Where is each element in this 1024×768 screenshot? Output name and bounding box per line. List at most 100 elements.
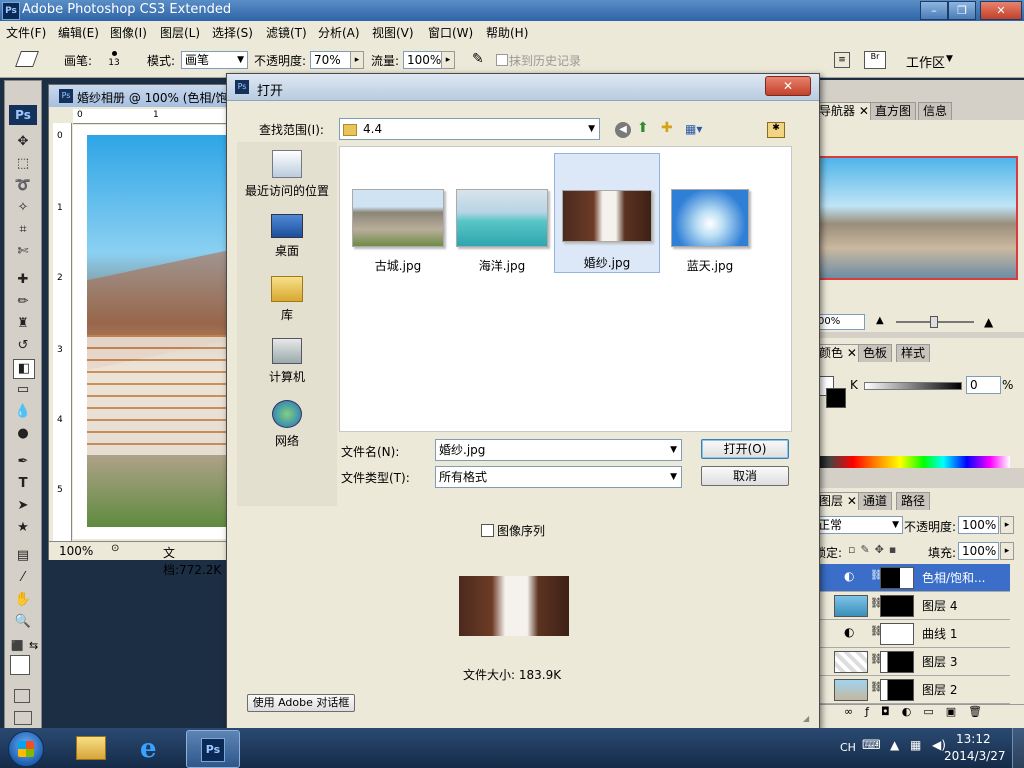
place-libraries[interactable]: 库: [237, 276, 337, 323]
flow-field[interactable]: 100%: [403, 51, 442, 69]
input-language[interactable]: CH: [840, 741, 856, 754]
menu-window[interactable]: 窗口(W): [428, 24, 473, 41]
file-item[interactable]: 蓝天.jpg: [658, 155, 762, 273]
resize-grip-icon[interactable]: ◢: [803, 714, 813, 724]
zoom-tool-icon[interactable]: 🔍: [13, 613, 33, 631]
flow-slider-button[interactable]: ▸: [441, 51, 455, 69]
canvas-area[interactable]: [73, 125, 231, 539]
lock-icons[interactable]: ▫✎✥▪: [848, 543, 901, 556]
tab-navigator[interactable]: 导航器 ✕: [814, 102, 874, 120]
palette-well-icon[interactable]: ≡: [834, 52, 850, 68]
dodge-tool-icon[interactable]: ●: [13, 425, 33, 443]
menu-edit[interactable]: 编辑(E): [58, 24, 99, 41]
zoom-out-icon[interactable]: ▲: [876, 315, 884, 326]
file-item[interactable]: 海洋.jpg: [450, 155, 554, 273]
default-colors-icon[interactable]: ⬛: [11, 641, 23, 652]
marquee-tool-icon[interactable]: ⬚: [13, 155, 33, 173]
layer-row[interactable]: ◐ ⛓ 曲线 1: [814, 620, 1010, 648]
close-button[interactable]: ✕: [980, 1, 1022, 20]
eraser-icon[interactable]: [15, 51, 39, 67]
opacity-slider-button[interactable]: ▸: [350, 51, 364, 69]
place-computer[interactable]: 计算机: [237, 338, 337, 385]
magic-wand-tool-icon[interactable]: ✧: [13, 199, 33, 217]
up-folder-icon[interactable]: ⬆: [637, 120, 655, 138]
layer-row[interactable]: ◐ ⛓ 色相/饱和...: [814, 564, 1010, 592]
tab-layers[interactable]: 图层 ✕: [814, 492, 862, 510]
taskbar-ie[interactable]: e: [128, 732, 176, 764]
eraser-tool-icon[interactable]: ◧: [13, 359, 35, 379]
workspace-label[interactable]: 工作区: [906, 52, 945, 71]
menu-image[interactable]: 图像(I): [110, 24, 147, 41]
network-tray-icon[interactable]: ▦: [910, 738, 921, 752]
doc-zoom[interactable]: 100%: [59, 544, 93, 558]
open-button[interactable]: 打开(O): [701, 439, 789, 459]
menu-select[interactable]: 选择(S): [212, 24, 253, 41]
blur-tool-icon[interactable]: 💧: [13, 403, 33, 421]
navigator-zoom-field[interactable]: 00%: [814, 314, 865, 330]
fill-slider-button[interactable]: ▸: [1000, 542, 1014, 560]
crop-tool-icon[interactable]: ⌗: [13, 221, 33, 239]
layer-mask-thumbnail[interactable]: [880, 651, 914, 673]
menu-help[interactable]: 帮助(H): [486, 24, 528, 41]
gradient-tool-icon[interactable]: ▭: [13, 381, 33, 399]
menu-layer[interactable]: 图层(L): [160, 24, 200, 41]
color-k-field[interactable]: 0: [966, 376, 1001, 394]
image-sequence-checkbox[interactable]: [481, 524, 494, 537]
filetype-select[interactable]: 所有格式 ▼: [435, 466, 682, 488]
history-brush-tool-icon[interactable]: ↺: [13, 337, 33, 355]
file-item[interactable]: 婚纱.jpg: [554, 153, 660, 273]
move-tool-icon[interactable]: ✥: [13, 133, 33, 151]
swap-colors-icon[interactable]: ⇆: [29, 639, 38, 652]
screen-mode-icon[interactable]: [14, 711, 32, 725]
slice-tool-icon[interactable]: ✄: [13, 243, 33, 261]
healing-brush-tool-icon[interactable]: ✚: [13, 271, 33, 289]
layer-row[interactable]: ⛓ 图层 3: [814, 648, 1010, 676]
layer-thumbnail[interactable]: [834, 595, 868, 617]
history-checkbox[interactable]: [496, 54, 508, 66]
canvas-image[interactable]: [87, 135, 231, 527]
layer-mask-thumbnail[interactable]: [880, 679, 914, 701]
layer-mask-thumbnail[interactable]: [880, 623, 914, 645]
tab-styles[interactable]: 样式: [896, 344, 931, 362]
restore-button[interactable]: ❐: [948, 1, 976, 20]
taskbar-explorer[interactable]: [66, 732, 114, 764]
mode-select[interactable]: 画笔 ▼: [181, 51, 248, 69]
type-tool-icon[interactable]: T: [13, 475, 33, 493]
bridge-browse-icon[interactable]: ✱: [767, 122, 785, 138]
color-k-slider[interactable]: [864, 382, 962, 390]
lasso-tool-icon[interactable]: ➰: [13, 177, 33, 195]
fill-field[interactable]: 100%: [958, 542, 999, 560]
brush-tool-icon[interactable]: ✏: [13, 293, 33, 311]
notes-tool-icon[interactable]: ▤: [13, 547, 33, 565]
blend-mode-select[interactable]: 正常 ▼: [814, 516, 903, 534]
place-desktop[interactable]: 桌面: [237, 214, 337, 259]
tab-paths[interactable]: 路径: [896, 492, 931, 510]
layer-mask-thumbnail[interactable]: [880, 595, 914, 617]
tab-info[interactable]: 信息: [918, 102, 953, 120]
tab-color[interactable]: 颜色 ✕: [814, 344, 862, 362]
taskbar-photoshop[interactable]: Ps: [186, 730, 240, 768]
menu-filter[interactable]: 滤镜(T): [266, 24, 307, 41]
workspace-dropdown-icon[interactable]: ▼: [946, 54, 953, 64]
airbrush-icon[interactable]: ✎: [472, 51, 490, 67]
filename-input[interactable]: 婚纱.jpg ▼: [435, 439, 682, 461]
path-selection-tool-icon[interactable]: ➤: [13, 497, 33, 515]
show-desktop-button[interactable]: [1012, 728, 1024, 768]
clone-stamp-tool-icon[interactable]: ♜: [13, 315, 33, 333]
back-icon[interactable]: ◀: [615, 122, 631, 138]
eyedropper-tool-icon[interactable]: ⁄: [13, 569, 33, 587]
foreground-color-swatch[interactable]: [10, 655, 30, 675]
opacity-field[interactable]: 70%: [310, 51, 351, 69]
zoom-slider-handle[interactable]: [930, 316, 938, 328]
dialog-close-button[interactable]: ✕: [765, 76, 811, 96]
layer-row[interactable]: ⛓ 图层 2: [814, 676, 1010, 704]
navigator-preview[interactable]: [818, 156, 1018, 280]
clock-date[interactable]: 2014/3/27: [944, 749, 1006, 763]
tab-histogram[interactable]: 直方图: [870, 102, 917, 120]
place-recent[interactable]: 最近访问的位置: [237, 150, 337, 199]
cancel-button[interactable]: 取消: [701, 466, 789, 486]
minimize-button[interactable]: –: [920, 1, 948, 20]
menu-file[interactable]: 文件(F): [6, 24, 46, 41]
shape-tool-icon[interactable]: ★: [13, 519, 33, 537]
status-menu-icon[interactable]: ⊙: [111, 543, 119, 554]
